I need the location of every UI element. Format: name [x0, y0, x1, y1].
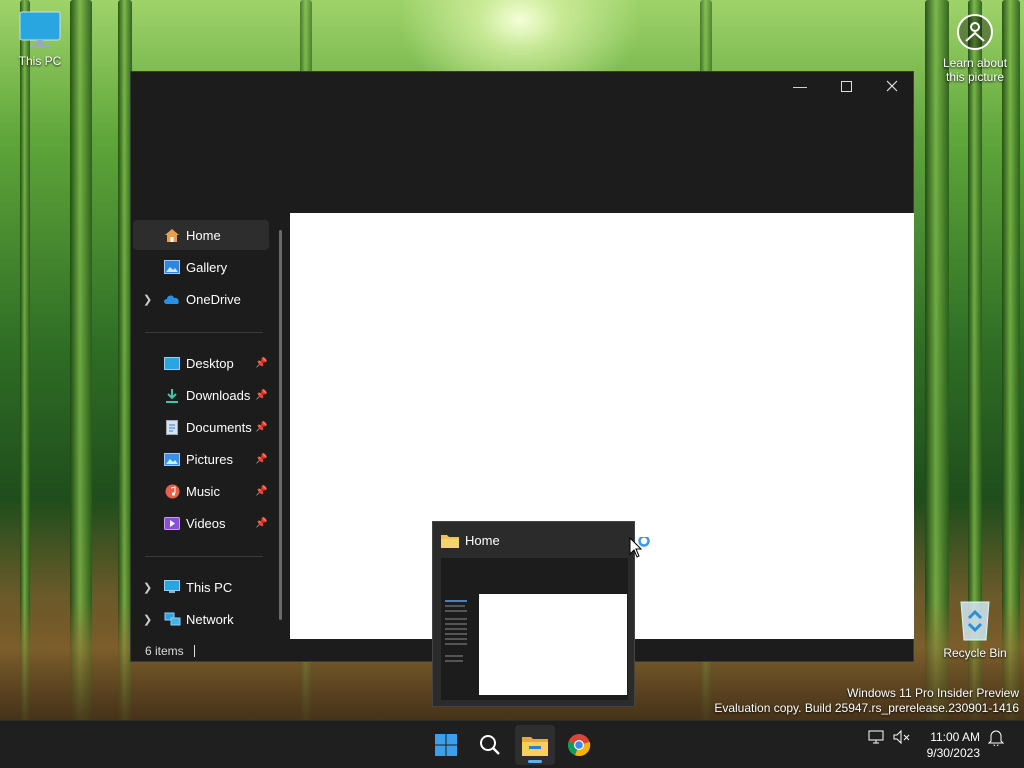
folder-icon	[441, 535, 459, 548]
maximize-icon	[840, 80, 852, 92]
gallery-icon	[163, 259, 181, 275]
search-icon	[480, 735, 500, 755]
download-icon	[163, 387, 181, 403]
nav-item-this-pc[interactable]: ❯ This PC	[133, 572, 269, 602]
videos-icon	[163, 515, 181, 531]
network-status-icon[interactable]	[868, 729, 886, 748]
monitor-icon	[19, 11, 61, 48]
desktop-icon-label: This PC	[18, 54, 62, 68]
file-explorer-icon	[522, 737, 548, 756]
close-button[interactable]	[869, 72, 915, 100]
pin-icon: 📌	[255, 389, 268, 401]
home-icon	[163, 227, 181, 243]
document-icon	[163, 419, 181, 435]
nav-scrollbar[interactable]	[279, 230, 282, 620]
thumbnail-nav-pane	[445, 598, 475, 693]
nav-item-home[interactable]: Home	[133, 220, 269, 250]
nav-label: OneDrive	[186, 291, 241, 307]
desktop-icon-label: this picture	[945, 70, 1005, 84]
desktop-icon-this-pc[interactable]: This PC	[0, 10, 80, 68]
title-bar[interactable]: —	[131, 72, 913, 100]
chevron-right-icon[interactable]: ❯	[143, 613, 152, 626]
preview-title: Home	[465, 533, 500, 548]
clock-time: 11:00 AM	[930, 730, 980, 744]
taskbar-thumbnail-preview[interactable]: Home	[432, 521, 635, 707]
music-icon	[163, 483, 181, 499]
nav-label: Gallery	[186, 259, 228, 275]
maximize-button[interactable]	[823, 72, 869, 100]
nav-item-downloads[interactable]: Downloads 📌	[133, 380, 269, 410]
nav-item-pictures[interactable]: Pictures 📌	[133, 444, 269, 474]
volume-muted-icon[interactable]	[893, 729, 911, 748]
desktop-icon-learn-about-picture[interactable]: Learn about this picture	[935, 12, 1015, 84]
chevron-right-icon[interactable]: ❯	[143, 293, 152, 306]
desktop-icon-recycle-bin[interactable]: Recycle Bin	[935, 598, 1015, 660]
nav-label: Pictures	[186, 451, 233, 467]
navigation-pane[interactable]: Home Gallery ❯ OneDrive Desktop 📌 Downlo…	[133, 214, 289, 639]
search-button[interactable]	[470, 725, 510, 765]
nav-label: Network	[186, 611, 234, 627]
nav-item-documents[interactable]: Documents 📌	[133, 412, 269, 442]
watermark-line: Windows 11 Pro Insider Preview	[847, 686, 1019, 700]
chevron-right-icon[interactable]: ❯	[143, 581, 152, 594]
taskbar: 11:00 AM 9/30/2023	[0, 720, 1024, 768]
clock[interactable]: 11:00 AM 9/30/2023	[927, 729, 980, 761]
notification-bell-icon[interactable]	[987, 729, 1005, 749]
recycle-bin-icon	[960, 601, 990, 641]
nav-label: Videos	[186, 515, 226, 531]
monitor-icon	[163, 579, 181, 595]
pin-icon: 📌	[255, 357, 268, 369]
chrome-icon	[567, 734, 591, 757]
desktop-icon-label: Learn about	[942, 56, 1008, 70]
taskbar-chrome-button[interactable]	[559, 725, 599, 765]
minimize-icon: —	[793, 78, 807, 94]
nav-label: Documents	[186, 419, 252, 435]
item-count: 6 items	[145, 644, 184, 658]
learn-about-picture-icon	[957, 14, 993, 50]
nav-label: Downloads	[186, 387, 251, 403]
pin-icon: 📌	[255, 485, 268, 497]
nav-item-onedrive[interactable]: ❯ OneDrive	[133, 284, 269, 314]
start-button[interactable]	[426, 725, 466, 765]
nav-item-desktop[interactable]: Desktop 📌	[133, 348, 269, 378]
pin-icon: 📌	[255, 517, 268, 529]
close-icon	[886, 80, 898, 92]
cloud-icon	[163, 291, 181, 307]
desktop-folder-icon	[163, 355, 181, 371]
minimize-button[interactable]: —	[777, 72, 823, 100]
nav-label: This PC	[186, 579, 233, 595]
build-watermark: Windows 11 Pro Insider Preview Evaluatio…	[714, 686, 1019, 716]
nav-divider	[145, 556, 263, 557]
status-bar: 6 items	[145, 644, 195, 658]
pin-icon: 📌	[255, 421, 268, 433]
nav-label: Music	[186, 483, 220, 499]
nav-item-music[interactable]: Music 📌	[133, 476, 269, 506]
preview-thumbnail[interactable]	[441, 558, 628, 700]
nav-label: Desktop	[186, 355, 234, 371]
mouse-cursor-icon	[629, 537, 650, 558]
status-divider	[193, 645, 195, 657]
pin-icon: 📌	[255, 453, 268, 465]
taskbar-file-explorer-button[interactable]	[515, 725, 555, 765]
clock-date: 9/30/2023	[926, 746, 980, 760]
windows-logo-icon	[435, 734, 457, 756]
desktop-icon-label: Recycle Bin	[943, 646, 1007, 660]
nav-item-videos[interactable]: Videos 📌	[133, 508, 269, 538]
nav-label: Home	[186, 227, 221, 243]
active-app-indicator	[528, 760, 542, 763]
pictures-icon	[163, 451, 181, 467]
thumbnail-content-area	[479, 594, 627, 695]
nav-item-gallery[interactable]: Gallery	[133, 252, 269, 282]
nav-item-network[interactable]: ❯ Network	[133, 604, 269, 634]
nav-divider	[145, 332, 263, 333]
watermark-line: Evaluation copy. Build 25947.rs_prerelea…	[714, 701, 1019, 715]
network-icon	[163, 611, 181, 627]
